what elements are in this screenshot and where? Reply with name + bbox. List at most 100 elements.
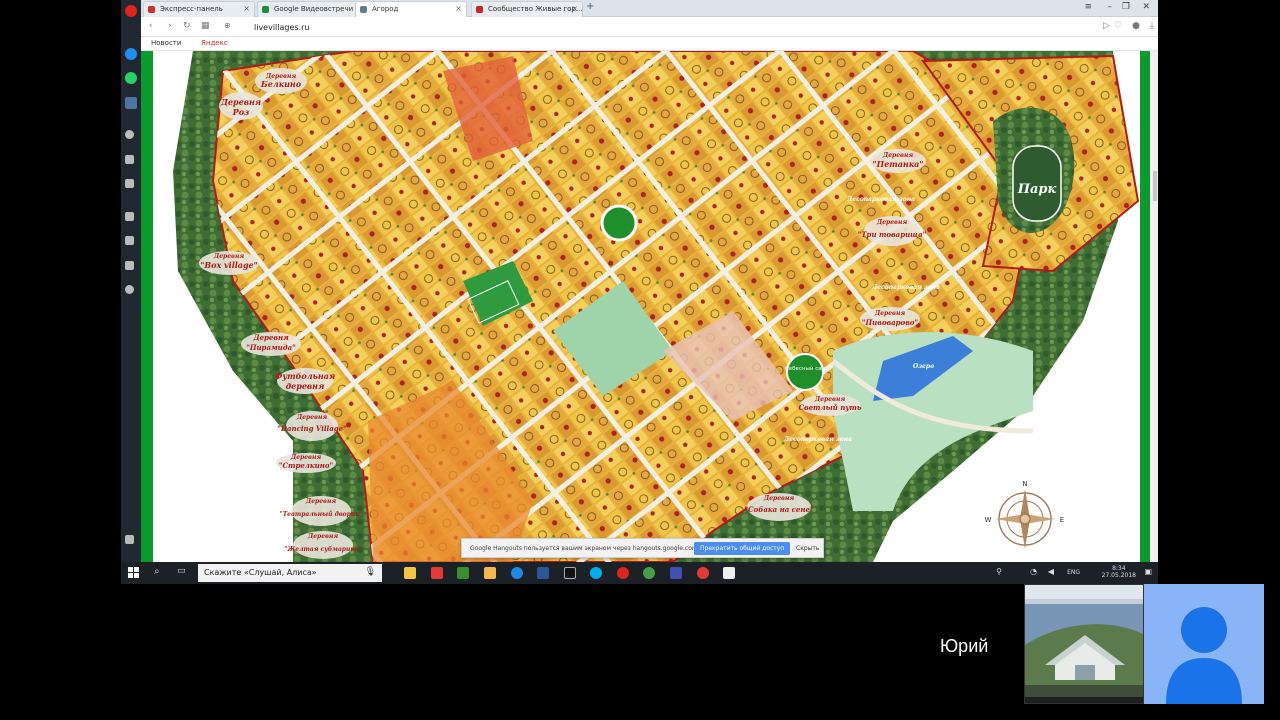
send-to-icon[interactable]: ▷ [1103,21,1110,31]
yandex-browser-icon[interactable] [431,567,443,579]
participant-video-thumbnail[interactable] [1024,584,1144,704]
screen-share-notice: Google Hangouts пользуется вашим экраном… [461,538,824,558]
forward-icon[interactable]: › [168,21,172,31]
tab-agorod[interactable]: Агород × [355,1,467,17]
village-light-line1: Деревня [814,396,845,403]
lake-label: Озеро [913,363,934,370]
tab-express-panel[interactable]: Экспресс-панель × [143,1,255,17]
tab-community[interactable]: Сообщество Живые гор... × [471,1,583,17]
vertical-scrollbar[interactable] [1152,51,1158,562]
hide-notice-button[interactable]: Скрыть [796,545,819,552]
new-tab-button[interactable]: + [586,1,594,12]
speed-dial-icon[interactable] [125,212,134,221]
news-icon[interactable] [125,261,134,270]
speed-dial-button-icon[interactable]: ▦ [201,21,210,31]
search-placeholder: Скажите «Слушай, Алиса» [204,568,317,577]
language-indicator[interactable]: ENG [1067,569,1080,576]
village-petanka-line1: Деревня [882,152,913,159]
search-icon[interactable]: ⌕ [154,566,160,577]
url-field[interactable]: livevillages.ru [254,23,309,32]
camera-icon[interactable] [125,179,134,188]
download-icon[interactable]: ⤓ [1150,21,1154,31]
messenger-icon[interactable] [125,48,137,60]
sidebar-toggle-icon[interactable] [125,535,134,544]
village-dog-name: "Собака на сене" [744,505,813,514]
village-dog-line1: Деревня [763,495,794,502]
heart-icon[interactable] [125,236,134,245]
close-icon[interactable]: × [455,2,462,16]
cortana-search-box[interactable]: Скажите «Слушай, Алиса» 🎙 [198,564,382,582]
windows-taskbar: ⌕ ▭ Скажите «Слушай, Алиса» 🎙 ⚲ ◔ ◀ ENG … [121,562,1158,584]
restore-icon[interactable]: ❐ [1122,2,1130,12]
opera-taskbar-icon[interactable] [617,567,629,579]
people-icon[interactable]: ⚲ [996,567,1002,576]
tab-label: Экспресс-панель [160,5,223,13]
folder-icon[interactable] [484,567,496,579]
close-icon[interactable]: × [571,2,578,16]
tab-google-meet[interactable]: Google Видеовстречи × [257,1,369,17]
network-icon[interactable]: ◔ [1030,567,1037,576]
file-explorer-icon[interactable] [404,567,416,579]
central-square[interactable] [600,204,638,242]
tab-menu-icon[interactable]: ≡ [1084,2,1092,12]
task-view-icon[interactable]: ▭ [177,566,186,576]
window-icon[interactable] [564,567,576,579]
vk-icon[interactable] [125,97,137,109]
chrome-icon[interactable] [697,567,709,579]
forest-zone-label-1: Лесопарковая зона [846,196,915,203]
village-strelkino-name: "Стрелкино" [279,461,333,470]
opera-logo-icon[interactable] [125,5,137,17]
village-submarine-name: "Желтая субмарина" [284,546,361,553]
heavenly-garden[interactable] [786,353,824,391]
self-avatar-tile[interactable] [1144,584,1264,704]
community-favicon-icon [476,6,483,13]
window-close-icon[interactable]: ✕ [1142,2,1150,12]
village-pyramid-line1: Деревня [252,333,289,342]
microphone-icon[interactable]: 🎙 [365,567,376,577]
avatar-icon [1144,584,1264,704]
bookmarks-bar: Новости Яндекс [141,37,1158,51]
village-football-name: деревня [286,381,325,391]
village-strelkino-line1: Деревня [290,454,321,461]
skype-icon[interactable] [590,567,602,579]
close-icon[interactable]: × [243,2,250,16]
village-roz-line1: Деревня [220,97,261,107]
edge-icon[interactable] [511,567,523,579]
vpn-icon[interactable]: ● [1132,21,1140,31]
minimize-icon[interactable]: – [1108,2,1113,12]
word-icon[interactable] [537,567,549,579]
village-dancing-name: "Dancing Village" [277,424,347,433]
history-icon[interactable] [125,285,134,294]
village-theatre-line1: Деревня [305,498,336,505]
village-three-name: "Три товарища" [858,230,927,239]
send-icon[interactable] [125,155,134,164]
village-belkino-name: Белкино [260,79,302,89]
volume-icon[interactable]: ◀ [1048,567,1054,576]
store-icon[interactable] [457,567,469,579]
thumbnail-scene [1025,585,1143,703]
eco-settlement-map[interactable]: Парк Небесный сад Озеро N E W Деревня Бе… [153,51,1140,562]
scrollbar-thumb[interactable] [1153,171,1157,201]
stop-sharing-button[interactable]: Прекратить общий доступ [694,542,791,555]
bookmark-heart-icon[interactable]: ♡ [1114,21,1122,31]
bookmark-yandex[interactable]: Яндекс [201,39,228,47]
opera-sidebar [121,0,141,562]
village-box-line1: Деревня [213,253,244,260]
back-icon[interactable]: ‹ [149,21,153,31]
bookmark-news[interactable]: Новости [151,39,181,47]
village-light-name: Светлый путь [798,403,861,412]
village-submarine-line1: Деревня [307,533,338,540]
reload-icon[interactable]: ↻ [183,21,191,31]
notifications-icon[interactable]: ▣ [1144,567,1152,576]
app-icon[interactable] [670,567,682,579]
site-info-icon[interactable]: ⊕ [224,21,231,30]
windows-start-icon[interactable] [128,567,139,578]
compass-w: W [985,516,992,524]
whatsapp-icon[interactable] [125,72,137,84]
clock[interactable]: 8:34 27.05.2018 [1102,565,1136,579]
search-icon[interactable] [125,130,134,139]
village-pivo-name: "Пивоварово" [862,318,918,327]
photos-icon[interactable] [723,567,735,579]
park-label: Парк [1017,182,1057,197]
utorrent-icon[interactable] [643,567,655,579]
